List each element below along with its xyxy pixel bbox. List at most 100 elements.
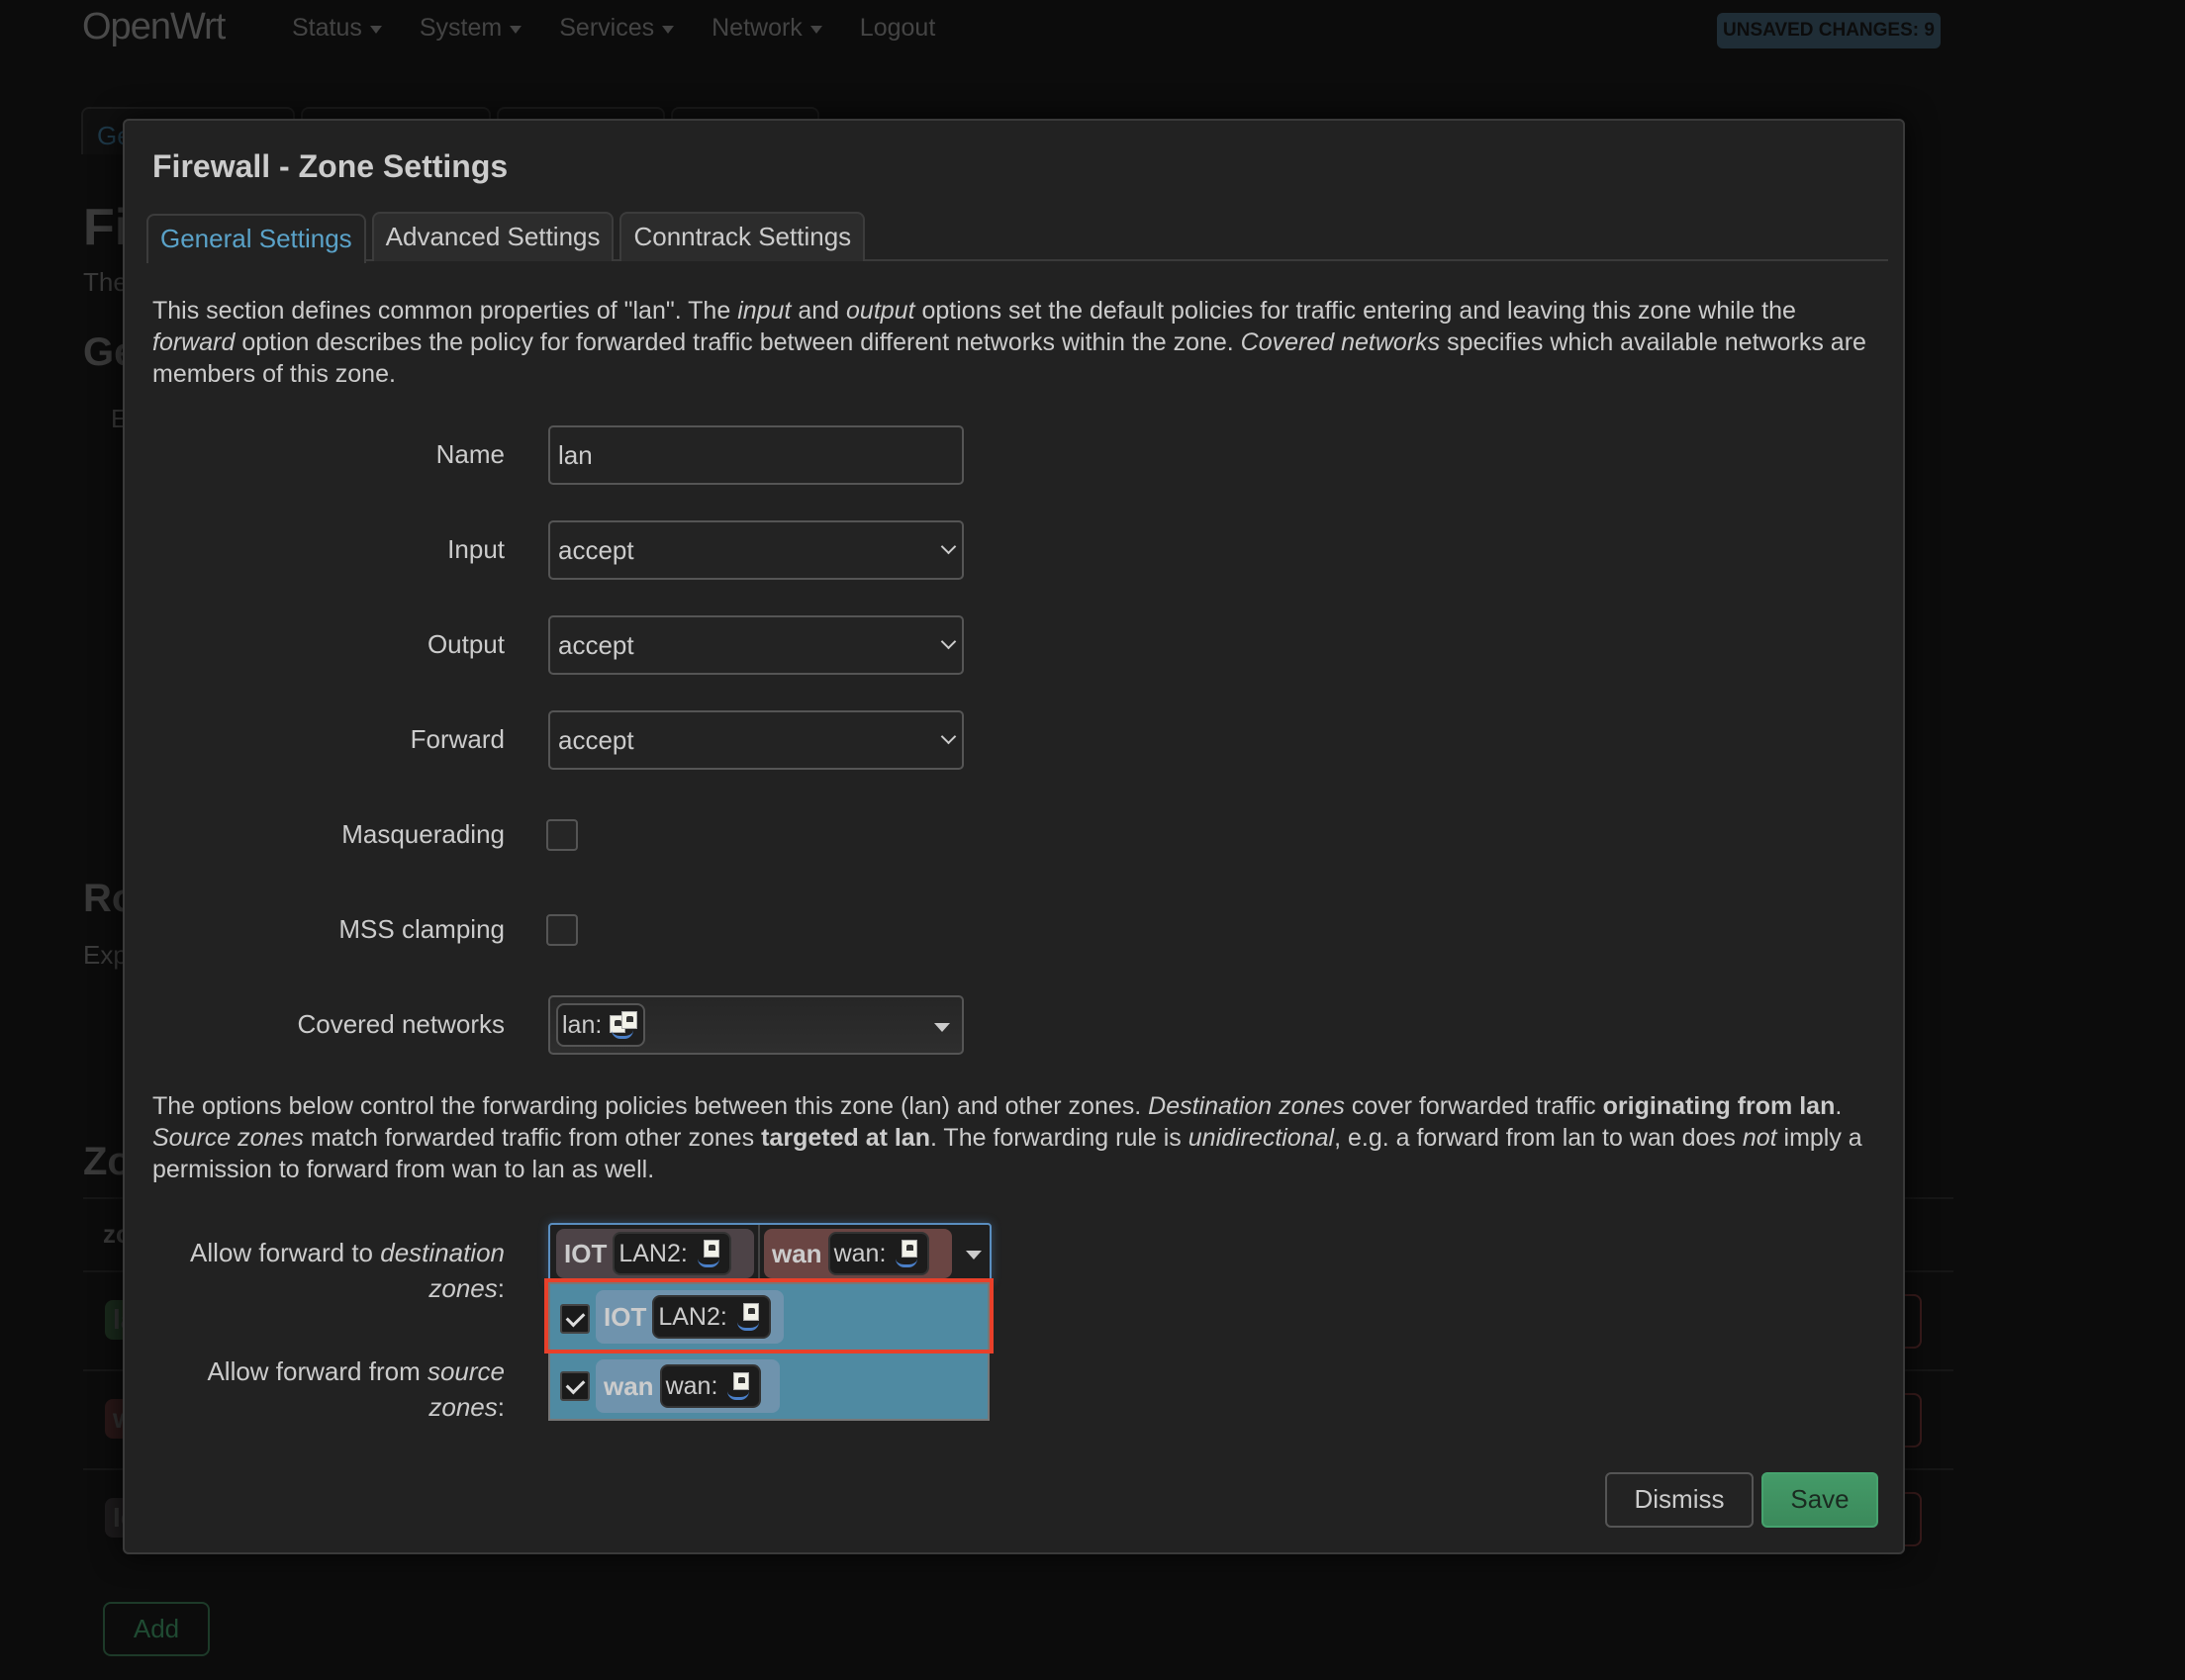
background-intro-text: The xyxy=(83,267,128,297)
modal-tabs: General Settings Advanced Settings Connt… xyxy=(146,212,1888,263)
network-chip: LAN2: xyxy=(652,1295,771,1339)
zone-name: IOT xyxy=(564,1238,608,1268)
desc-italic: output xyxy=(846,297,915,325)
dropdown-option-wan[interactable]: wan wan: xyxy=(550,1353,988,1421)
desc-text: option describes the policy for forwarde… xyxy=(235,328,1241,356)
background-add-button: Add xyxy=(103,1602,210,1656)
network-port-icon xyxy=(735,1303,765,1331)
covered-networks-dropdown[interactable]: lan: xyxy=(548,995,964,1055)
nav-logout[interactable]: Logout xyxy=(860,14,935,43)
desc-italic: input xyxy=(737,297,792,325)
desc-italic: Source zones xyxy=(152,1124,304,1152)
name-input[interactable]: lan xyxy=(548,425,964,485)
cable-line xyxy=(697,1259,719,1267)
caret-down-icon xyxy=(662,25,675,34)
label-italic: source xyxy=(427,1356,505,1386)
network-name: wan: xyxy=(665,1371,718,1400)
network-port-icon xyxy=(894,1240,923,1267)
desc-italic: Covered networks xyxy=(1240,328,1441,356)
nav-system[interactable]: System xyxy=(420,14,522,43)
tag-separator xyxy=(758,1225,760,1280)
tab-general-settings[interactable]: General Settings xyxy=(146,214,366,263)
network-port-icon xyxy=(725,1372,755,1400)
nav-status[interactable]: Status xyxy=(292,14,382,43)
port-square xyxy=(742,1303,759,1321)
dest-zones-label: Allow forward to destination zones: xyxy=(190,1235,505,1306)
nav-label: Services xyxy=(559,14,655,42)
selected-zone-iot[interactable]: IOT LAN2: xyxy=(556,1229,754,1278)
cable-line xyxy=(896,1259,918,1267)
network-name: LAN2: xyxy=(658,1302,727,1331)
masquerading-label: Masquerading xyxy=(341,819,505,849)
chevron-down-icon xyxy=(940,538,957,555)
dismiss-button[interactable]: Dismiss xyxy=(1605,1472,1754,1528)
desc-text: . xyxy=(1835,1092,1843,1120)
desc-text: match forwarded traffic from other zones xyxy=(303,1124,762,1152)
tab-conntrack-settings[interactable]: Conntrack Settings xyxy=(619,212,866,261)
input-policy-label: Input xyxy=(447,534,505,564)
zone-name: wan xyxy=(772,1238,822,1268)
forwarding-description: The options below control the forwarding… xyxy=(152,1090,1874,1185)
tab-advanced-settings[interactable]: Advanced Settings xyxy=(371,212,615,261)
selected-zone-wan[interactable]: wan wan: xyxy=(764,1229,952,1278)
dropdown-arrow-icon[interactable] xyxy=(966,1251,982,1260)
cable-line xyxy=(612,1030,634,1039)
checkbox-checked-icon[interactable] xyxy=(560,1371,590,1401)
background-text: Exp xyxy=(83,940,128,970)
nav-network[interactable]: Network xyxy=(712,14,822,43)
zone-tag-iot: IOT LAN2: xyxy=(596,1290,784,1344)
label-italic: destination xyxy=(380,1238,505,1267)
dropdown-option-iot[interactable]: IOT LAN2: xyxy=(550,1284,988,1352)
chevron-down-icon xyxy=(940,633,957,650)
nav-label: System xyxy=(419,14,503,42)
unsaved-changes-badge[interactable]: UNSAVED CHANGES: 9 xyxy=(1717,13,1941,48)
select-value: accept xyxy=(558,630,634,660)
desc-text: cover forwarded traffic xyxy=(1344,1092,1603,1120)
input-policy-select[interactable]: accept xyxy=(548,520,964,580)
label-italic: zones xyxy=(428,1392,498,1422)
network-chip-lan: lan: xyxy=(556,1003,646,1047)
select-value: accept xyxy=(558,725,634,755)
network-chip: LAN2: xyxy=(613,1232,731,1275)
desc-text: This section defines common properties o… xyxy=(152,297,738,325)
network-name: wan: xyxy=(833,1239,887,1267)
network-port-icon xyxy=(696,1240,725,1267)
brand-logo[interactable]: OpenWrt xyxy=(82,6,226,48)
label-italic: zones xyxy=(428,1273,498,1303)
label-text: : xyxy=(497,1392,505,1422)
nav-services[interactable]: Services xyxy=(559,14,675,43)
desc-text: and xyxy=(791,297,847,325)
port-square xyxy=(621,1011,638,1029)
masquerading-checkbox[interactable] xyxy=(546,819,578,851)
port-square xyxy=(703,1240,719,1258)
mss-clamping-label: MSS clamping xyxy=(338,914,505,944)
network-name: LAN2: xyxy=(618,1239,688,1267)
save-button[interactable]: Save xyxy=(1761,1472,1878,1528)
cable-line xyxy=(727,1391,750,1400)
port-square xyxy=(902,1240,918,1258)
desc-text: The options below control the forwarding… xyxy=(152,1092,1149,1120)
desc-italic: unidirectional xyxy=(1188,1124,1335,1152)
chevron-down-icon xyxy=(940,728,957,745)
zone-settings-modal: Firewall - Zone Settings General Setting… xyxy=(123,119,1905,1554)
network-bridge-icon xyxy=(610,1011,639,1039)
output-policy-label: Output xyxy=(427,629,505,659)
dropdown-arrow-icon xyxy=(934,1023,950,1032)
dest-zones-select[interactable]: IOT LAN2: wan wan: xyxy=(548,1223,992,1282)
desc-italic: forward xyxy=(152,328,236,356)
desc-italic: not xyxy=(1742,1124,1777,1152)
output-policy-select[interactable]: accept xyxy=(548,615,964,675)
checkbox-checked-icon[interactable] xyxy=(560,1304,590,1334)
network-chip: wan: xyxy=(659,1364,762,1408)
desc-text: options set the default policies for tra… xyxy=(914,297,1796,325)
desc-text: . The forwarding rule is xyxy=(929,1124,1188,1152)
forward-policy-select[interactable]: accept xyxy=(548,710,964,770)
caret-down-icon xyxy=(369,25,382,34)
desc-text: , e.g. a forward from lan to wan does xyxy=(1334,1124,1743,1152)
caret-down-icon xyxy=(809,25,822,34)
cable-line xyxy=(736,1322,759,1331)
dest-zones-dropdown-list: IOT LAN2: wan wan: xyxy=(548,1282,990,1421)
zone-tag-wan: wan wan: xyxy=(596,1359,780,1413)
mss-clamping-checkbox[interactable] xyxy=(546,914,578,946)
forward-policy-label: Forward xyxy=(410,724,505,754)
